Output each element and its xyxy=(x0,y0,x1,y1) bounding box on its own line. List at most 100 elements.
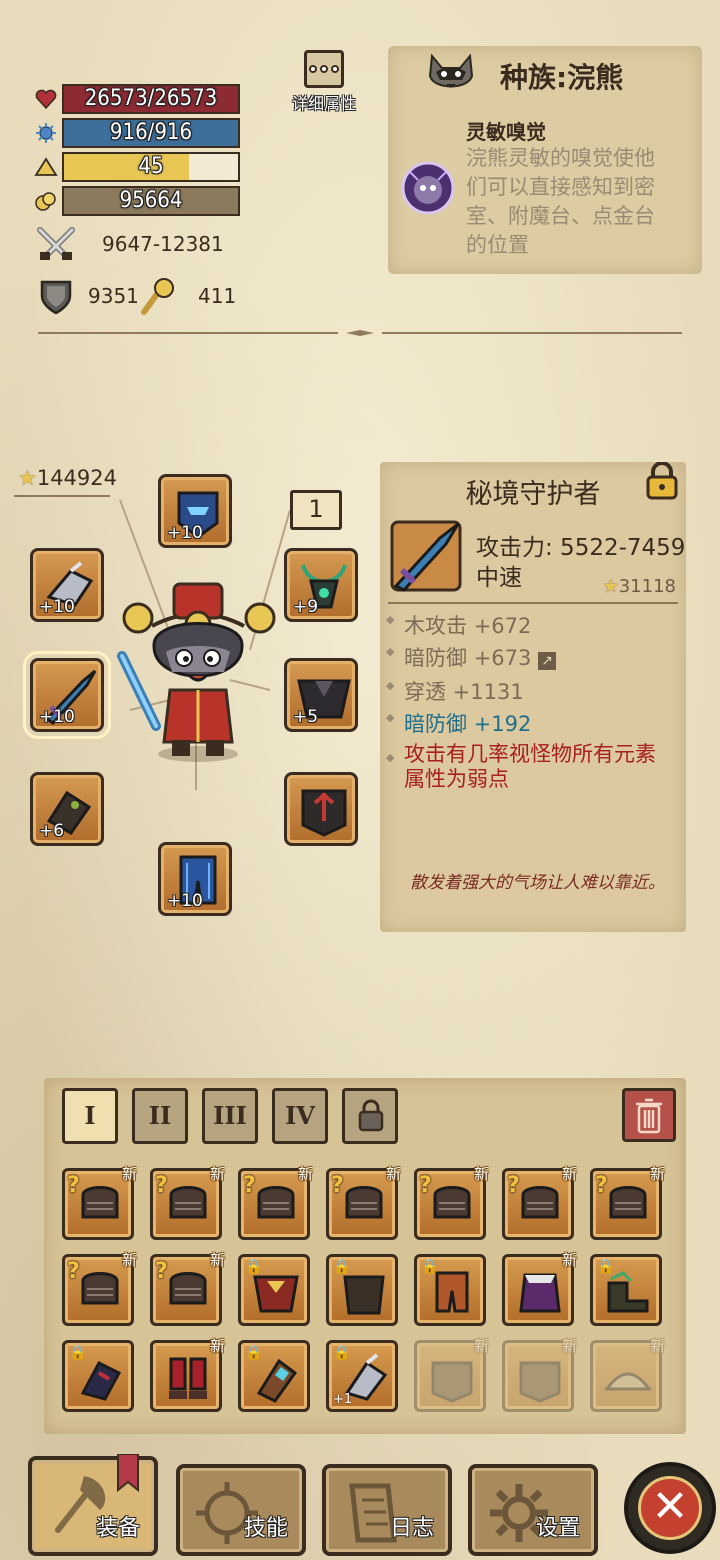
crossed-swords-icon xyxy=(37,227,75,260)
level-row: 45 xyxy=(34,152,244,182)
inventory-item[interactable]: 新 xyxy=(502,1337,577,1412)
gold-row: 95664 xyxy=(34,186,244,216)
inventory-tab-4[interactable]: IV xyxy=(272,1088,328,1144)
item-detail-panel: 秘境守护者 攻击力: 5522-7459 中速 ★31118 木攻击 +672 … xyxy=(380,462,686,932)
item-name: 秘境守护者 xyxy=(465,479,601,510)
cloak-icon xyxy=(343,1275,385,1315)
item-attr-2: 暗防御 +673 ↗ xyxy=(386,642,557,672)
inventory-item[interactable]: ? 新 xyxy=(326,1165,401,1240)
inventory-item[interactable]: 🔒 xyxy=(326,1254,398,1326)
defense-value: 9351 xyxy=(88,284,139,308)
item-attack: 攻击力: 5522-7459 xyxy=(476,535,686,561)
inventory-item[interactable]: ? 新 xyxy=(150,1165,225,1240)
raccoon-icon xyxy=(428,53,474,88)
equip-slot-leggings[interactable]: +10 xyxy=(158,842,232,916)
power-underline xyxy=(14,495,110,497)
nav-skills-label: 技能 xyxy=(243,1516,288,1541)
helmet-icon xyxy=(433,1186,471,1219)
inventory-item[interactable]: 🔒 xyxy=(590,1254,662,1326)
gold-value: 95664 xyxy=(119,188,183,213)
upgrade-arrow-icon: ↗ xyxy=(538,652,557,670)
item-separator xyxy=(388,602,678,604)
equip-slot-armor[interactable] xyxy=(284,772,358,846)
inventory-item[interactable]: ? 新 xyxy=(62,1251,137,1326)
detail-attributes-label: 详细属性 xyxy=(291,94,356,113)
helmet-icon xyxy=(257,1186,295,1219)
hp-row: 26573/26573 xyxy=(34,84,244,114)
inventory-item[interactable]: 新 xyxy=(414,1337,489,1412)
inventory-tab-locked[interactable] xyxy=(342,1088,398,1144)
race-title: 种族:浣熊 xyxy=(500,61,624,94)
more-dots-icon xyxy=(304,50,344,88)
triangle-icon xyxy=(34,157,58,176)
inventory-item[interactable]: 🔒 +1 xyxy=(326,1340,398,1412)
loadout-number[interactable]: 1 xyxy=(290,490,342,530)
skill-orb-icon[interactable] xyxy=(400,160,456,216)
inventory-item[interactable]: ? 新 xyxy=(62,1165,137,1240)
inventory-item[interactable]: 🔒 xyxy=(238,1254,310,1326)
equip-slot-cloak[interactable]: +5 xyxy=(284,658,358,732)
armor-icon xyxy=(301,789,347,837)
lock-icon[interactable] xyxy=(644,462,680,500)
nav-equip-label: 装备 xyxy=(95,1516,140,1541)
mp-value: 916/916 xyxy=(109,120,193,145)
armor-icon xyxy=(519,1361,561,1403)
star-icon: ★ xyxy=(602,576,619,597)
item-speed: 中速 xyxy=(476,565,522,591)
equip-slot-bracer[interactable]: +6 xyxy=(30,772,104,846)
section-divider xyxy=(38,330,682,336)
inventory-item[interactable]: 🔒 xyxy=(62,1340,134,1412)
inventory-tab-1[interactable]: I xyxy=(62,1088,118,1144)
inventory-item[interactable]: 新 xyxy=(502,1251,577,1326)
item-score: ★31118 xyxy=(602,576,676,597)
equip-slot-amulet[interactable]: +9 xyxy=(284,548,358,622)
nav-equip-button[interactable]: 装备 xyxy=(28,1454,158,1556)
inventory-item[interactable]: 🔒 xyxy=(238,1340,310,1412)
level-bar: 45 xyxy=(62,152,240,182)
leggings-icon xyxy=(435,1271,469,1313)
bracer-icon xyxy=(256,1358,298,1403)
inventory-item[interactable]: 新 xyxy=(150,1337,225,1412)
equip-slot-weapon[interactable]: +10 xyxy=(23,651,111,739)
inventory-tab-2[interactable]: II xyxy=(132,1088,188,1144)
equip-slot-gauntlet[interactable]: +10 xyxy=(30,548,104,622)
equip-slot-helmet[interactable]: +10 xyxy=(158,474,232,548)
robe-icon xyxy=(519,1273,561,1313)
inventory-item[interactable]: ? 新 xyxy=(150,1251,225,1326)
race-skill-desc: 浣熊灵敏的嗅觉使他们可以直接感知到密室、附魔台、点金台的位置 xyxy=(466,146,655,257)
gold-coins-icon xyxy=(35,192,56,211)
gauntlet-icon xyxy=(80,1361,122,1401)
nav-log-button[interactable]: 日志 xyxy=(322,1464,452,1556)
inventory-item[interactable]: 新 xyxy=(590,1337,665,1412)
helmet-icon xyxy=(169,1186,207,1219)
nav-log-label: 日志 xyxy=(389,1516,434,1541)
nav-settings-button[interactable]: 设置 xyxy=(468,1464,598,1556)
inventory-item[interactable]: ? 新 xyxy=(238,1165,313,1240)
heart-icon xyxy=(35,89,57,110)
trash-button[interactable] xyxy=(622,1088,676,1142)
luck-charm-icon xyxy=(141,278,174,315)
inventory-item[interactable]: 🔒 xyxy=(414,1254,486,1326)
close-icon: ✕ xyxy=(638,1476,702,1540)
level-value: 45 xyxy=(138,154,164,179)
inventory-item[interactable]: ? 新 xyxy=(414,1165,489,1240)
boots-icon xyxy=(607,1271,649,1313)
helmet-icon xyxy=(81,1272,119,1305)
nav-settings-label: 设置 xyxy=(535,1516,580,1541)
detail-attributes-button[interactable]: 详细属性 xyxy=(290,50,358,113)
race-panel: 种族:浣熊 灵敏嗅觉 浣熊灵敏的嗅觉使他们可以直接感知到密室、附魔台、点金台的位… xyxy=(388,46,702,274)
helmet-icon xyxy=(609,1186,647,1219)
mp-row: 916/916 xyxy=(34,118,244,148)
inventory-tab-3[interactable]: III xyxy=(202,1088,258,1144)
helmet-icon xyxy=(521,1186,559,1219)
luck-value: 411 xyxy=(198,284,237,308)
hat-icon xyxy=(604,1372,652,1391)
nav-skills-button[interactable]: 技能 xyxy=(176,1464,306,1556)
inventory-item[interactable]: ? 新 xyxy=(502,1165,577,1240)
close-button[interactable]: ✕ xyxy=(624,1462,716,1554)
inventory-item[interactable]: ? 新 xyxy=(590,1165,665,1240)
hp-bar: 26573/26573 xyxy=(62,84,240,114)
helmet-icon xyxy=(81,1186,119,1219)
item-flavor-text: 散发着强大的气场让人难以靠近。 xyxy=(410,873,665,893)
hp-value: 26573/26573 xyxy=(84,86,218,111)
